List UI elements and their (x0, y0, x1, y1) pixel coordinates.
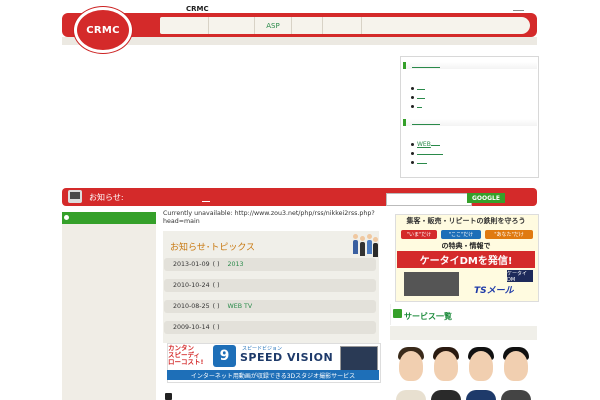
person-figure-icon (353, 240, 358, 254)
speedvision-logo-icon: 9 (213, 345, 236, 367)
header-link[interactable] (513, 4, 524, 11)
nav-item-asp[interactable]: ASP (255, 17, 292, 34)
sidebar-item[interactable] (411, 84, 425, 93)
dm-tag: "ここ"だけ (441, 230, 481, 239)
sidebar-item[interactable] (411, 93, 425, 102)
staff-avatar[interactable] (469, 351, 493, 381)
crmc-logo[interactable]: CRMC (74, 7, 132, 53)
sidebar-item-web[interactable]: WEB (411, 140, 443, 149)
google-search-button[interactable]: GOOGLE (467, 193, 505, 203)
sidebar-box: WEB (400, 56, 539, 178)
topic-link[interactable]: 2013 (228, 261, 244, 268)
dm-tag: "いま"だけ (401, 230, 437, 239)
topic-row[interactable]: 2010-10-24 ( ) (164, 279, 376, 292)
person-figure-icon (373, 243, 378, 257)
topic-row[interactable]: 2009-10-14 ( ) (164, 321, 376, 334)
staff-avatar[interactable] (434, 351, 458, 381)
topic-link[interactable]: WEB TV (228, 303, 253, 310)
nav-item-5[interactable] (323, 17, 362, 34)
dm-headline: ケータイDMを発信! (397, 251, 535, 268)
person-figure-icon (360, 242, 365, 256)
sidebar-list-2: WEB (411, 140, 443, 167)
services-icon (393, 309, 402, 318)
left-column-header (62, 212, 156, 224)
header-sub-bar (62, 37, 537, 45)
sidebar-item[interactable] (411, 149, 443, 158)
small-icon (165, 393, 172, 400)
sidebar-item[interactable] (411, 158, 443, 167)
sidebar-heading-2[interactable] (403, 119, 537, 126)
dm-tag: "あなた"だけ (485, 230, 533, 239)
dm-mid-text: の特典・情報で (441, 242, 491, 250)
news-link[interactable] (202, 201, 210, 202)
sidebar-heading-1[interactable] (403, 62, 537, 69)
nav-menu: ASP (160, 17, 530, 34)
feed-error-text: Currently unavailable: http://www.zou3.n… (163, 210, 375, 225)
speedvision-name: SPEED VISION (240, 351, 334, 364)
speedvision-tagline: カンタン スピーディ ローコスト! (168, 344, 204, 366)
nav-item-2[interactable] (209, 17, 255, 34)
services-title: サービス一覧 (404, 312, 452, 321)
services-divider (390, 326, 537, 340)
dm-top-text: 集客・販売・リピートの鉄則を守ろう (406, 217, 526, 225)
bullet-icon (64, 215, 69, 220)
phone-icon: ケータイDM (507, 270, 533, 283)
nav-item-1[interactable] (160, 17, 209, 34)
news-title: お知らせ: (89, 193, 124, 202)
topic-row[interactable]: 2010-08-25 ( ) WEB TV (164, 300, 376, 313)
site-name: CRMC (186, 5, 209, 13)
staff-avatar[interactable] (399, 351, 423, 381)
search-input[interactable] (386, 193, 472, 206)
topics-title: お知らせ･トピックス (170, 243, 256, 253)
nav-item-4[interactable] (292, 17, 323, 34)
logo-text: CRMC (86, 24, 120, 36)
topic-row[interactable]: 2013-01-09 ( ) 2013 (164, 258, 376, 271)
sidebar-item[interactable] (411, 102, 425, 111)
left-column (62, 212, 156, 400)
ts-mail-brand: TSメール (474, 286, 514, 296)
sidebar-list-1 (411, 84, 425, 111)
dm-photo-image (404, 272, 459, 296)
speedvision-strip: インターネット用動画が収録できる3Dスタジオ撮影サービス (167, 370, 379, 380)
staff-avatar[interactable] (504, 351, 528, 381)
person-figure-icon (367, 240, 372, 254)
